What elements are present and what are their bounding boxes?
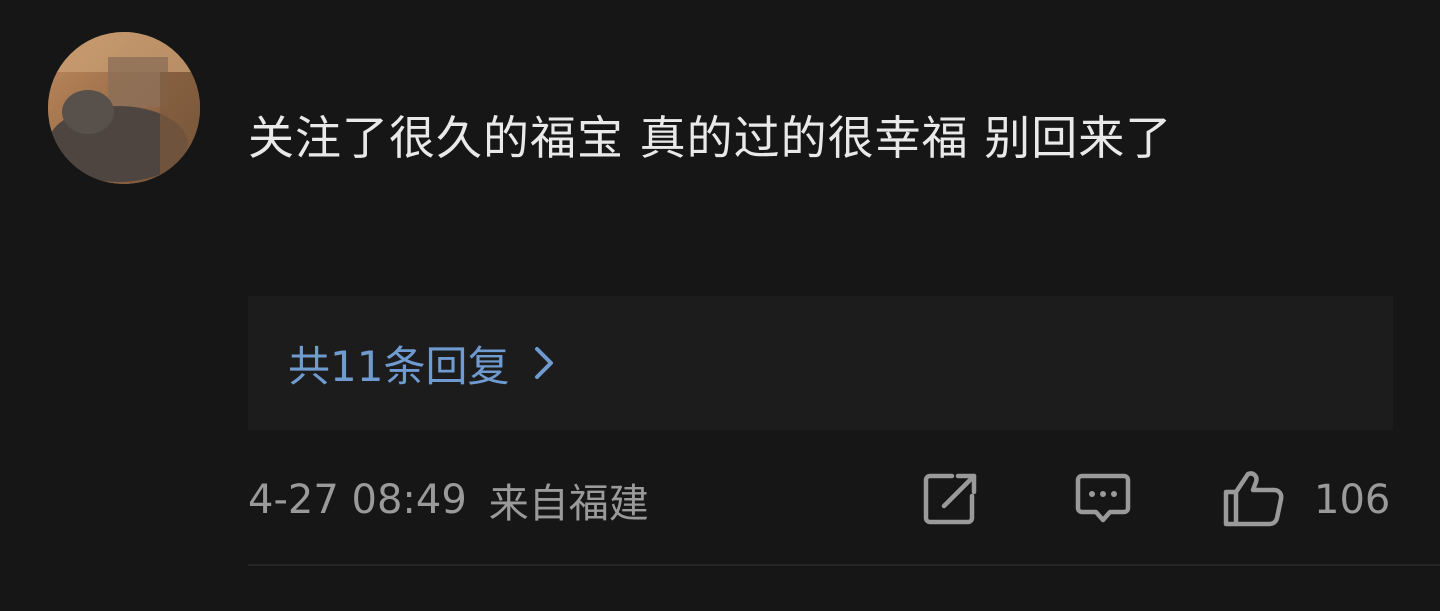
- share-button[interactable]: [922, 470, 980, 530]
- divider: [248, 564, 1440, 566]
- chevron-right-icon: [533, 345, 555, 381]
- comment-icon: [1074, 470, 1132, 530]
- comment-button[interactable]: [1074, 470, 1132, 530]
- avatar-image: [48, 32, 200, 184]
- thumbs-up-icon: [1220, 468, 1286, 532]
- replies-count-label: 共11条回复: [288, 341, 510, 391]
- share-icon: [922, 470, 980, 530]
- avatar[interactable]: [48, 32, 200, 184]
- comment-text: 关注了很久的福宝 真的过的很幸福 别回来了: [248, 111, 1173, 165]
- comment-meta: 4-27 08:49 来自福建: [248, 470, 649, 530]
- timestamp: 4-27 08:49: [248, 477, 467, 523]
- location-label: 来自福建: [488, 481, 649, 527]
- like-button[interactable]: 106: [1220, 470, 1390, 530]
- like-count: 106: [1314, 477, 1391, 523]
- view-replies-button[interactable]: 共11条回复: [248, 296, 1393, 430]
